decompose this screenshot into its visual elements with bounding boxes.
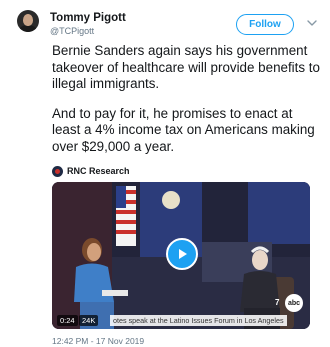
play-icon xyxy=(179,249,187,259)
media-source[interactable]: RNC Research xyxy=(52,164,130,178)
station-number: 7 xyxy=(275,298,280,307)
avatar[interactable] xyxy=(17,10,39,32)
tweet-timestamp[interactable]: 12:42 PM - 17 Nov 2019 xyxy=(52,336,144,346)
video-player[interactable]: 7 abc 0:24 24K otes speak at the Latino … xyxy=(52,182,310,329)
flag-icon xyxy=(116,186,136,246)
user-handle[interactable]: @TCPigott xyxy=(50,26,94,36)
play-button[interactable] xyxy=(166,238,198,270)
display-name[interactable]: Tommy Pigott xyxy=(50,12,126,24)
source-name: RNC Research xyxy=(67,166,130,176)
tweet-card: Tommy Pigott @TCPigott Follow Bernie San… xyxy=(0,0,330,347)
tweet-text: Bernie Sanders again says his government… xyxy=(52,43,322,168)
tweet-paragraph: Bernie Sanders again says his government… xyxy=(52,43,320,91)
source-logo-icon xyxy=(52,165,63,177)
tweet-paragraph: And to pay for it, he promises to enact … xyxy=(52,105,315,154)
video-duration: 0:24 xyxy=(57,315,78,326)
chevron-down-icon[interactable] xyxy=(306,18,318,28)
abc-logo-icon: abc xyxy=(285,294,303,312)
view-count: 24K xyxy=(79,315,99,326)
follow-button[interactable]: Follow xyxy=(236,14,294,35)
video-caption: otes speak at the Latino Issues Forum in… xyxy=(110,315,287,326)
